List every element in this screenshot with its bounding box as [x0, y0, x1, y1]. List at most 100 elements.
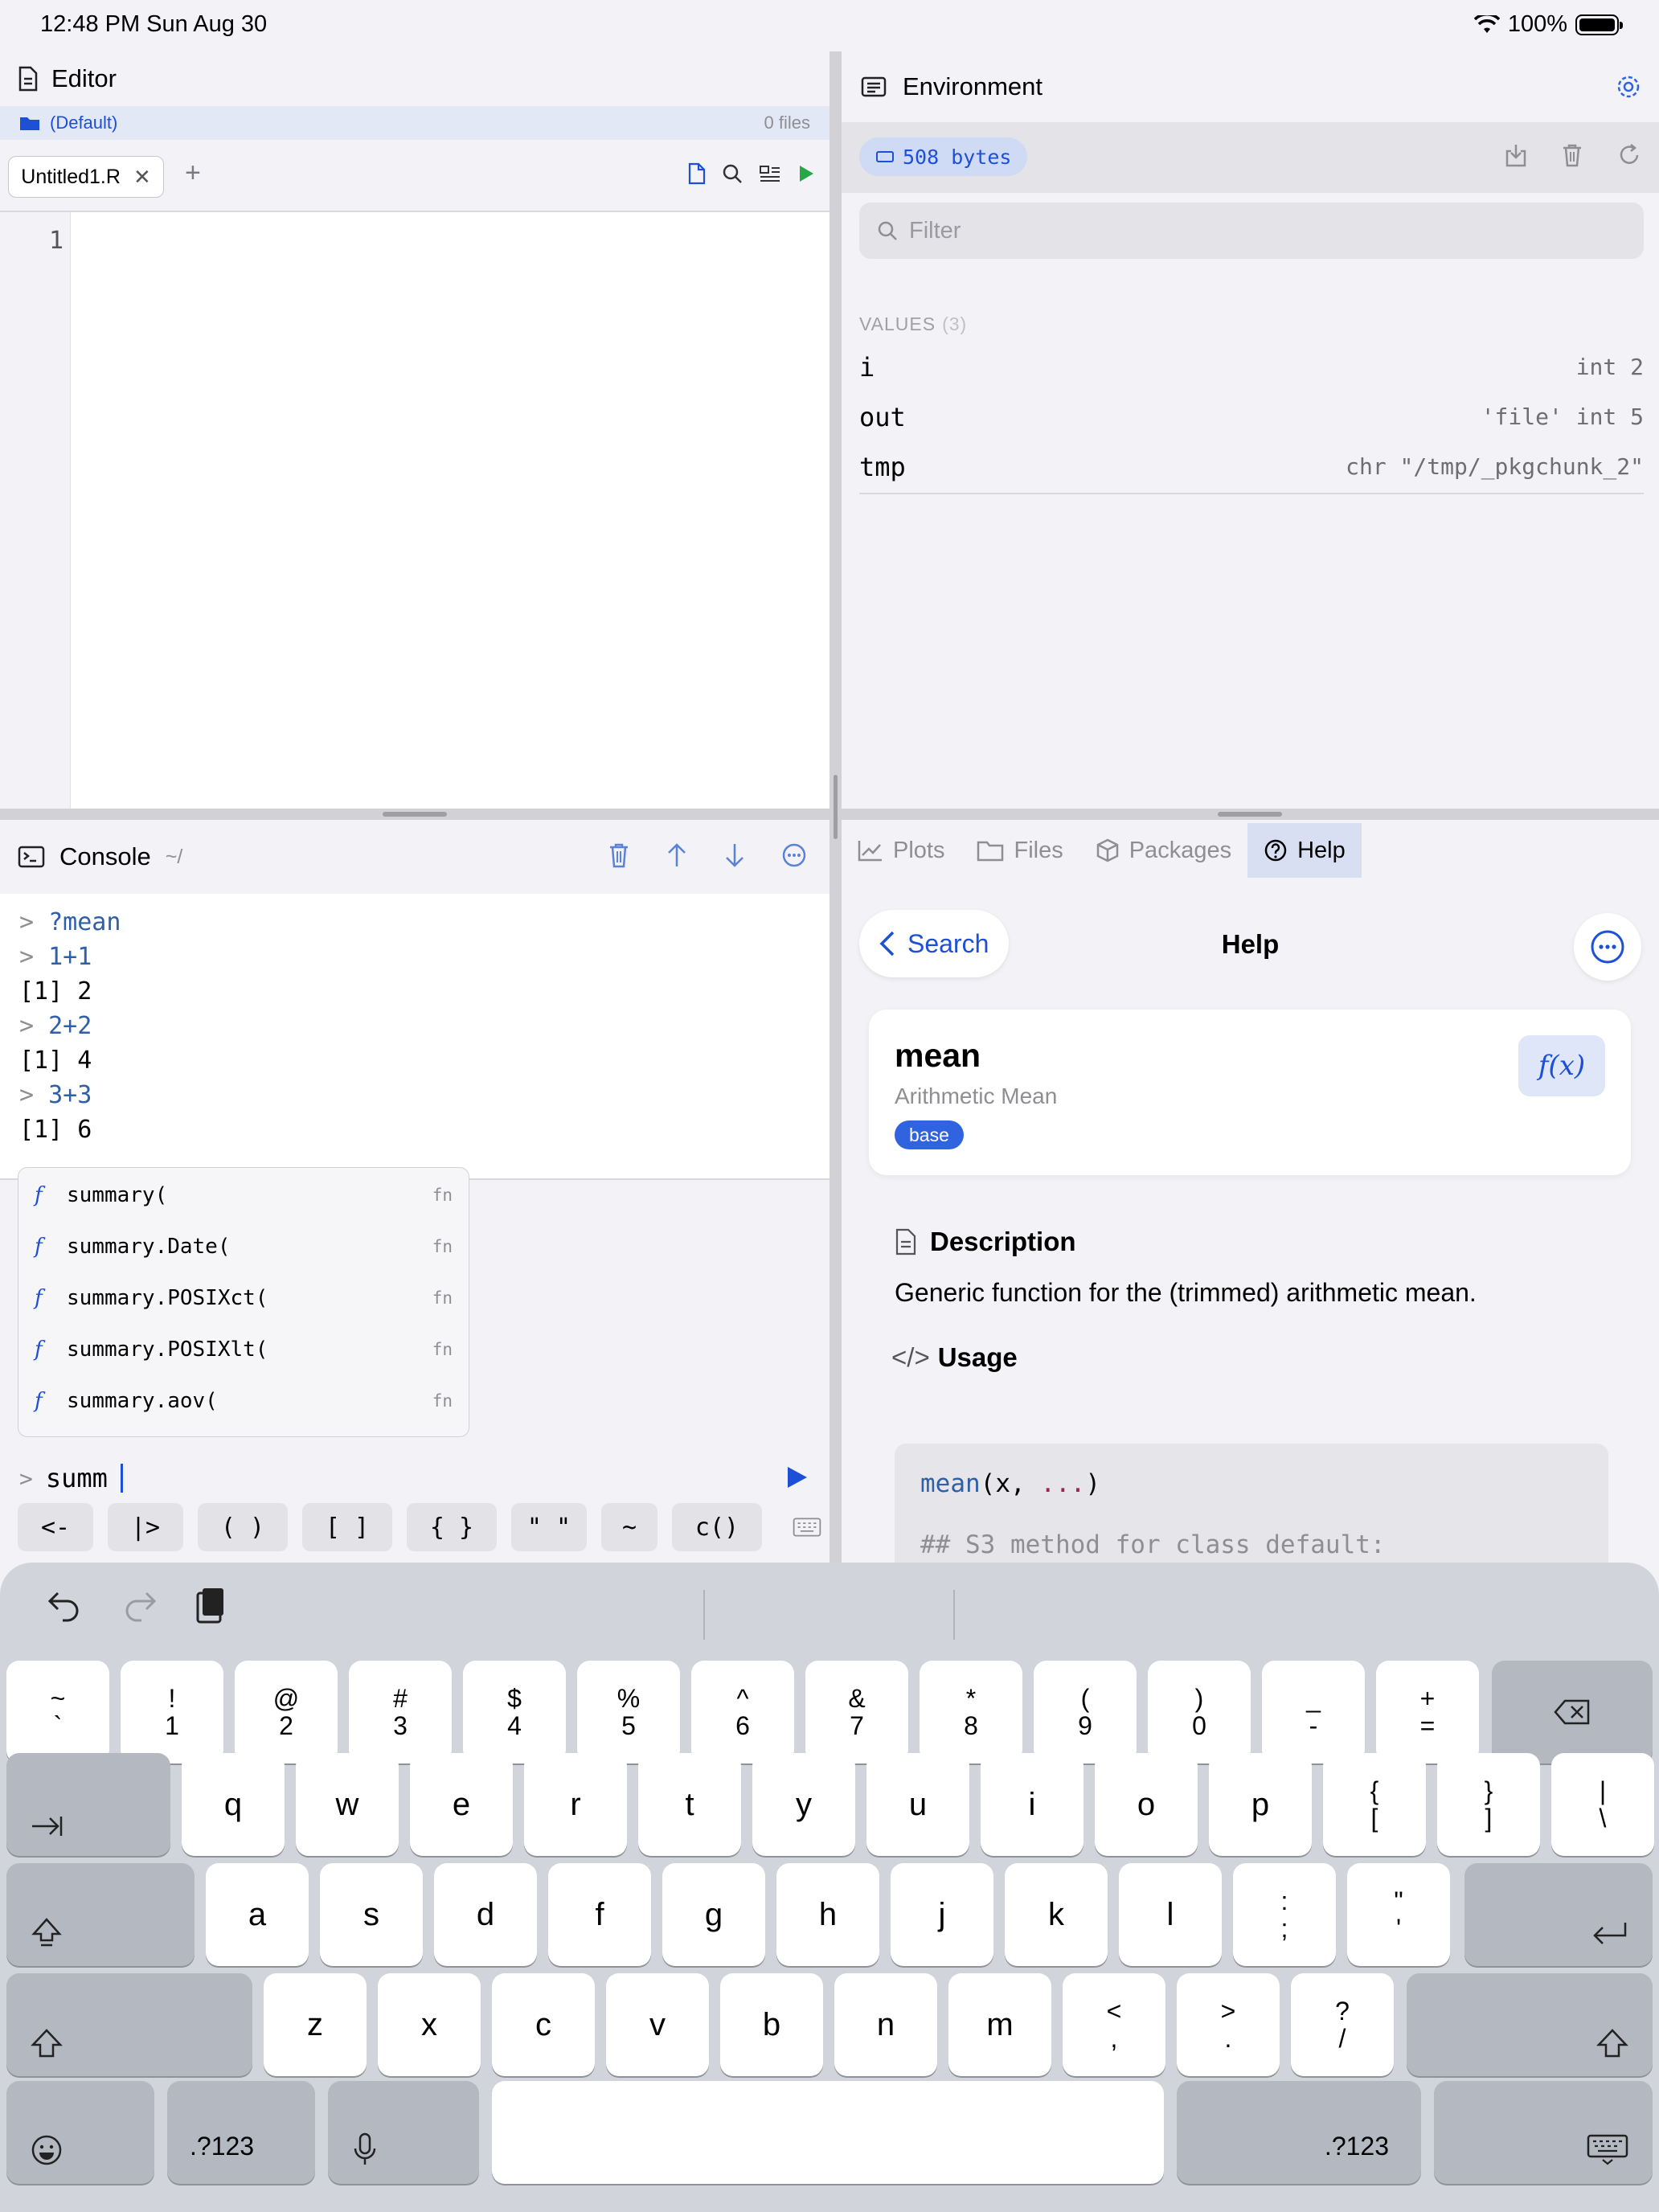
tab-key[interactable]	[6, 1753, 170, 1856]
key-7[interactable]: & 7	[805, 1661, 908, 1763]
key-i[interactable]: i	[981, 1753, 1083, 1856]
key-.[interactable]: >.	[1177, 1973, 1280, 2076]
env-row[interactable]: i int 2	[859, 342, 1644, 392]
run-icon[interactable]	[797, 164, 815, 183]
key-,[interactable]: <,	[1063, 1973, 1165, 2076]
snippet-parens[interactable]: ( )	[198, 1503, 288, 1551]
key-n[interactable]: n	[834, 1973, 937, 2076]
snippet-quotes[interactable]: " "	[511, 1503, 587, 1551]
filter-input[interactable]: Filter	[859, 203, 1644, 259]
completion-item[interactable]: f summary(fn	[18, 1169, 469, 1221]
project-bar[interactable]: (Default) 0 files	[0, 106, 830, 140]
add-tab-button[interactable]: +	[185, 158, 201, 189]
vertical-split-handle[interactable]	[830, 51, 842, 1563]
right-split-handle[interactable]	[842, 809, 1659, 820]
search-icon[interactable]	[722, 163, 743, 184]
key-f[interactable]: f	[548, 1863, 651, 1966]
snippet-pipe[interactable]: |>	[108, 1503, 183, 1551]
key-3[interactable]: #3	[349, 1661, 452, 1763]
key-d[interactable]: d	[434, 1863, 537, 1966]
key-`[interactable]: ~ `	[6, 1661, 109, 1763]
dismiss-keyboard-key[interactable]	[1434, 2081, 1653, 2184]
key-0[interactable]: ) 0	[1148, 1661, 1251, 1763]
trash-icon[interactable]	[1561, 143, 1583, 167]
key--[interactable]: _ -	[1262, 1661, 1365, 1763]
redo-icon[interactable]	[122, 1587, 158, 1622]
code-editor[interactable]: 1	[0, 212, 830, 809]
new-file-icon[interactable]	[688, 162, 706, 185]
key-4[interactable]: $4	[463, 1661, 566, 1763]
shift-left-key[interactable]	[6, 1973, 252, 2076]
paste-icon[interactable]	[195, 1587, 227, 1625]
format-icon[interactable]	[759, 164, 781, 183]
key-o[interactable]: o	[1095, 1753, 1198, 1856]
tab-untitled1[interactable]: Untitled1.R ✕	[8, 156, 164, 198]
snippet-tilde[interactable]: ~	[601, 1503, 657, 1551]
keyboard-icon[interactable]	[793, 1514, 821, 1540]
completion-item[interactable]: f summary.Date(fn	[18, 1221, 469, 1272]
key-][interactable]: }]	[1437, 1753, 1540, 1856]
arrow-up-icon[interactable]	[666, 842, 688, 868]
key-r[interactable]: r	[524, 1753, 627, 1856]
snippet-assign[interactable]: <-	[18, 1503, 93, 1551]
settings-icon[interactable]	[1616, 74, 1641, 100]
key-u[interactable]: u	[866, 1753, 969, 1856]
key-q[interactable]: q	[182, 1753, 285, 1856]
key-b[interactable]: b	[720, 1973, 823, 2076]
tab-plots[interactable]: Plots	[842, 823, 961, 878]
console-input[interactable]: > summ	[0, 1453, 830, 1503]
numbers-key-left[interactable]: .?123	[167, 2081, 315, 2184]
key-h[interactable]: h	[776, 1863, 879, 1966]
shift-right-key[interactable]	[1407, 1973, 1653, 2076]
completion-item[interactable]: f summary.aov(fn	[18, 1375, 469, 1427]
snippet-brackets[interactable]: [ ]	[302, 1503, 392, 1551]
dictation-key[interactable]	[328, 2081, 479, 2184]
key-6[interactable]: ^ 6	[691, 1661, 794, 1763]
key-[[interactable]: {[	[1323, 1753, 1426, 1856]
tab-packages[interactable]: Packages	[1079, 823, 1247, 878]
key-k[interactable]: k	[1005, 1863, 1108, 1966]
completion-item[interactable]: f summary.POSIXlt(fn	[18, 1324, 469, 1375]
key-p[interactable]: p	[1209, 1753, 1312, 1856]
snippet-braces[interactable]: { }	[407, 1503, 497, 1551]
key-8[interactable]: * 8	[920, 1661, 1022, 1763]
key-=[interactable]: + =	[1376, 1661, 1479, 1763]
key-s[interactable]: s	[320, 1863, 423, 1966]
left-split-handle[interactable]	[0, 809, 830, 820]
key-1[interactable]: ! 1	[121, 1661, 223, 1763]
delete-key[interactable]	[1492, 1661, 1653, 1763]
snippet-c[interactable]: c()	[672, 1503, 762, 1551]
key-e[interactable]: e	[410, 1753, 513, 1856]
return-key[interactable]	[1464, 1863, 1653, 1966]
key-m[interactable]: m	[948, 1973, 1051, 2076]
package-badge[interactable]: base	[895, 1120, 964, 1149]
key-2[interactable]: @2	[235, 1661, 338, 1763]
key-/[interactable]: ? /	[1291, 1973, 1394, 2076]
import-icon[interactable]	[1505, 143, 1527, 167]
function-signature-button[interactable]: f(x)	[1518, 1035, 1605, 1096]
run-button[interactable]	[784, 1464, 809, 1490]
env-row[interactable]: out 'file' int 5	[859, 392, 1644, 442]
help-more-button[interactable]	[1574, 913, 1641, 981]
emoji-key[interactable]	[6, 2081, 154, 2184]
more-icon[interactable]	[781, 842, 807, 868]
key-\[interactable]: | \	[1551, 1753, 1654, 1856]
key-x[interactable]: x	[378, 1973, 481, 2076]
key-a[interactable]: a	[206, 1863, 309, 1966]
caps-lock-key[interactable]	[6, 1863, 195, 1966]
env-row[interactable]: tmp chr "/tmp/_pkgchunk_2"	[859, 442, 1644, 492]
key-y[interactable]: y	[752, 1753, 855, 1856]
arrow-down-icon[interactable]	[723, 842, 746, 868]
refresh-icon[interactable]	[1617, 143, 1641, 167]
key-9[interactable]: (9	[1034, 1661, 1137, 1763]
key-5[interactable]: % 5	[577, 1661, 680, 1763]
key-;[interactable]: :;	[1233, 1863, 1336, 1966]
completion-item[interactable]: f summary.POSIXct(fn	[18, 1272, 469, 1324]
key-l[interactable]: l	[1119, 1863, 1222, 1966]
key-c[interactable]: c	[492, 1973, 595, 2076]
key-t[interactable]: t	[638, 1753, 741, 1856]
key-j[interactable]: j	[891, 1863, 993, 1966]
numbers-key-right[interactable]: .?123	[1177, 2081, 1421, 2184]
key-z[interactable]: z	[264, 1973, 367, 2076]
key-'[interactable]: " '	[1347, 1863, 1450, 1966]
